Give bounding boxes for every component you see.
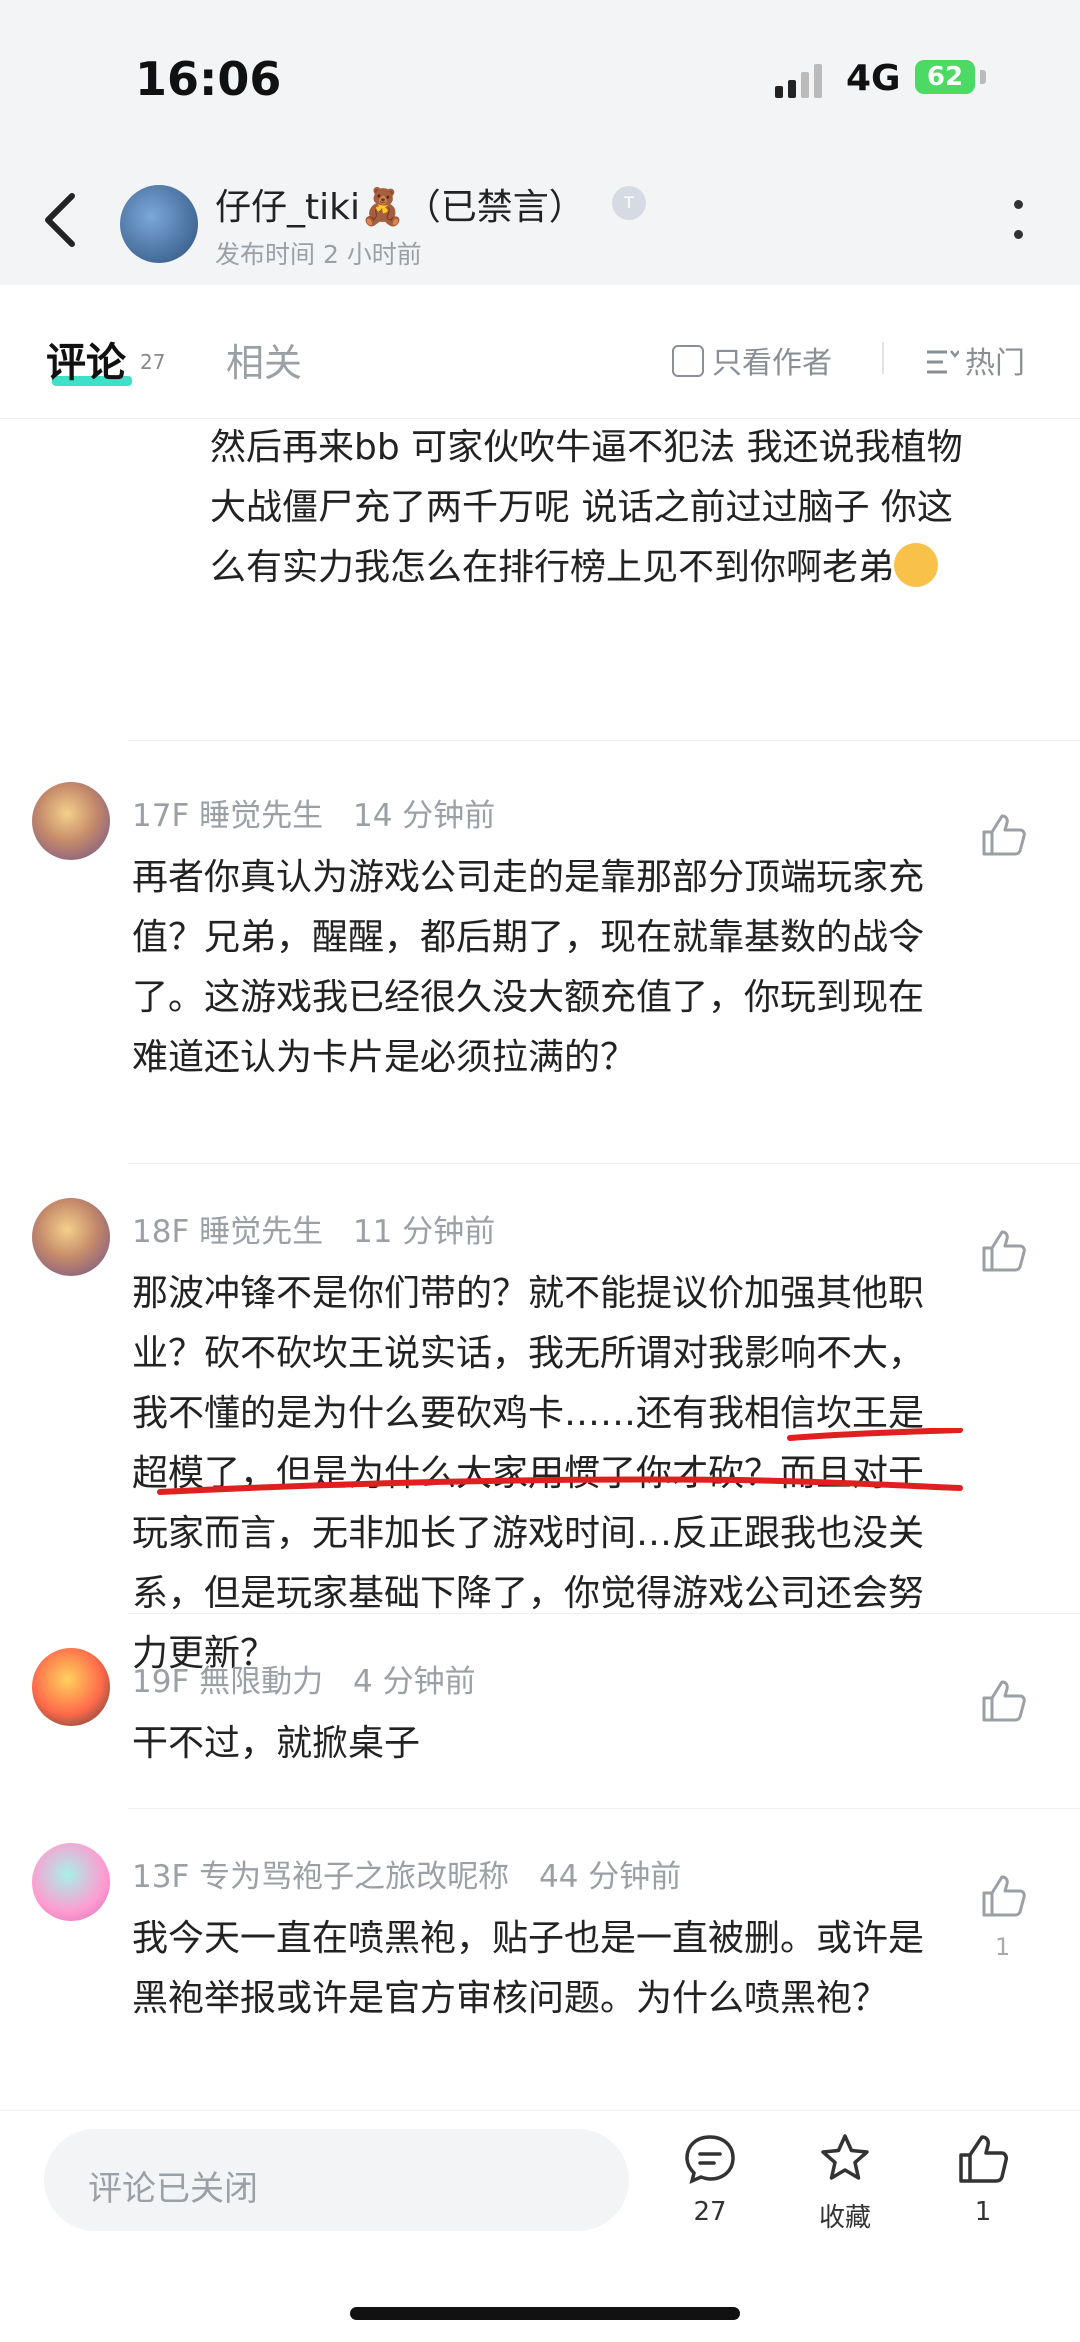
comment-input[interactable]: 评论已关闭 — [44, 2129, 629, 2231]
comment-meta: 17F 睡觉先生 14 分钟前 — [132, 790, 495, 835]
battery-tip — [980, 70, 986, 84]
more-options-icon[interactable] — [1012, 198, 1024, 246]
only-author-toggle[interactable]: 只看作者 — [672, 338, 832, 382]
only-author-label: 只看作者 — [712, 346, 832, 381]
comment-list: 然后再来bb 可家伙吹牛逼不犯法 我还说我植物大战僵尸充了两千万呢 说话之前过过… — [0, 418, 1080, 2110]
commenter-name[interactable]: 睡觉先生 — [199, 1214, 323, 1250]
network-type: 4G — [846, 58, 901, 99]
bottom-action-bar: 评论已关闭 27 收藏 1 — [0, 2110, 1080, 2342]
commenter-avatar[interactable] — [32, 1843, 110, 1921]
comment-meta: 18F 睡觉先生 11 分钟前 — [132, 1206, 495, 1251]
publish-time: 发布时间 2 小时前 — [215, 240, 422, 269]
floor-number: 17F — [132, 798, 190, 834]
commenter-name[interactable]: 睡觉先生 — [199, 798, 323, 834]
tab-divider — [882, 342, 884, 374]
sort-label: 热门 — [965, 346, 1025, 381]
comment-input-placeholder: 评论已关闭 — [88, 2169, 258, 2209]
post-header: 仔仔_tiki🧸（已禁言） T 发布时间 2 小时前 — [0, 150, 1080, 285]
like-count: 1 — [995, 1933, 1011, 1961]
home-indicator — [350, 2307, 740, 2320]
commenter-avatar[interactable] — [32, 1198, 110, 1276]
author-name[interactable]: 仔仔_tiki🧸（已禁言） — [215, 178, 585, 230]
divider — [128, 1808, 1080, 1809]
red-underline-annotation — [157, 1428, 963, 1495]
floor-number: 13F — [132, 1859, 190, 1895]
commenter-avatar[interactable] — [32, 782, 110, 860]
tab-related[interactable]: 相关 — [226, 332, 302, 387]
level-badge: T — [612, 186, 646, 220]
previous-comment-text: 然后再来bb 可家伙吹牛逼不犯法 我还说我植物大战僵尸充了两千万呢 说话之前过过… — [210, 418, 980, 598]
previous-comment-body: 然后再来bb 可家伙吹牛逼不犯法 我还说我植物大战僵尸充了两千万呢 说话之前过过… — [210, 427, 963, 588]
like-total: 1 — [974, 2197, 992, 2227]
commenter-name[interactable]: 無限動力 — [199, 1664, 323, 1700]
star-icon — [821, 2134, 869, 2180]
signal-icon — [775, 62, 835, 98]
divider — [128, 1613, 1080, 1614]
comment-time: 14 分钟前 — [353, 798, 496, 834]
comment-button[interactable]: 27 — [660, 2131, 760, 2227]
comment-time: 4 分钟前 — [353, 1664, 476, 1700]
like-button[interactable]: 1 — [933, 2131, 1033, 2227]
battery-icon: 62 — [915, 60, 975, 94]
comments-count: 27 — [140, 350, 166, 374]
divider — [128, 740, 1080, 741]
favorite-label: 收藏 — [818, 2203, 871, 2233]
author-avatar[interactable] — [120, 185, 198, 263]
comment-time: 44 分钟前 — [539, 1859, 682, 1895]
comment-text: 我今天一直在喷黑袍，贴子也是一直被删。或许是黑袍举报或许是官方审核问题。为什么喷… — [132, 1918, 925, 2019]
comment-text: 干不过，就掀桌子 — [132, 1723, 421, 1764]
comment-text: 再者你真认为游戏公司走的是靠那部分顶端玩家充值？兄弟，醒醒，都后期了，现在就靠基… — [132, 857, 925, 1078]
comment-bubble-icon — [685, 2135, 735, 2185]
sort-hot-button[interactable]: 热门 — [925, 338, 1025, 382]
like-thumb-icon[interactable] — [978, 810, 1028, 860]
status-time: 16:06 — [135, 52, 282, 106]
comment-count: 27 — [693, 2197, 727, 2227]
comment-meta: 19F 無限動力 4 分钟前 — [132, 1656, 476, 1701]
floor-number: 18F — [132, 1214, 190, 1250]
floor-number: 19F — [132, 1664, 190, 1700]
like-thumb-icon[interactable] — [978, 1676, 1028, 1726]
tab-comments[interactable]: 评论 — [46, 330, 126, 388]
comment-tabs: 评论 27 相关 只看作者 热门 — [0, 290, 1080, 419]
comment-time: 11 分钟前 — [353, 1214, 496, 1250]
commenter-name[interactable]: 专为骂袍子之旅改昵称 — [199, 1859, 509, 1895]
like-thumb-icon[interactable] — [978, 1871, 1028, 1921]
comment-meta: 13F 专为骂袍子之旅改昵称 44 分钟前 — [132, 1851, 681, 1896]
divider — [128, 1163, 1080, 1164]
sort-icon — [927, 350, 960, 374]
thumbs-up-icon — [959, 2135, 1008, 2183]
favorite-button[interactable]: 收藏 — [795, 2131, 895, 2234]
laughing-emoji-icon — [894, 543, 939, 587]
back-arrow-icon[interactable] — [40, 190, 80, 250]
like-thumb-icon[interactable] — [978, 1226, 1028, 1276]
status-bar: 16:06 4G 62 — [0, 0, 1080, 150]
commenter-avatar[interactable] — [32, 1648, 110, 1726]
checkbox-icon[interactable] — [672, 345, 704, 377]
